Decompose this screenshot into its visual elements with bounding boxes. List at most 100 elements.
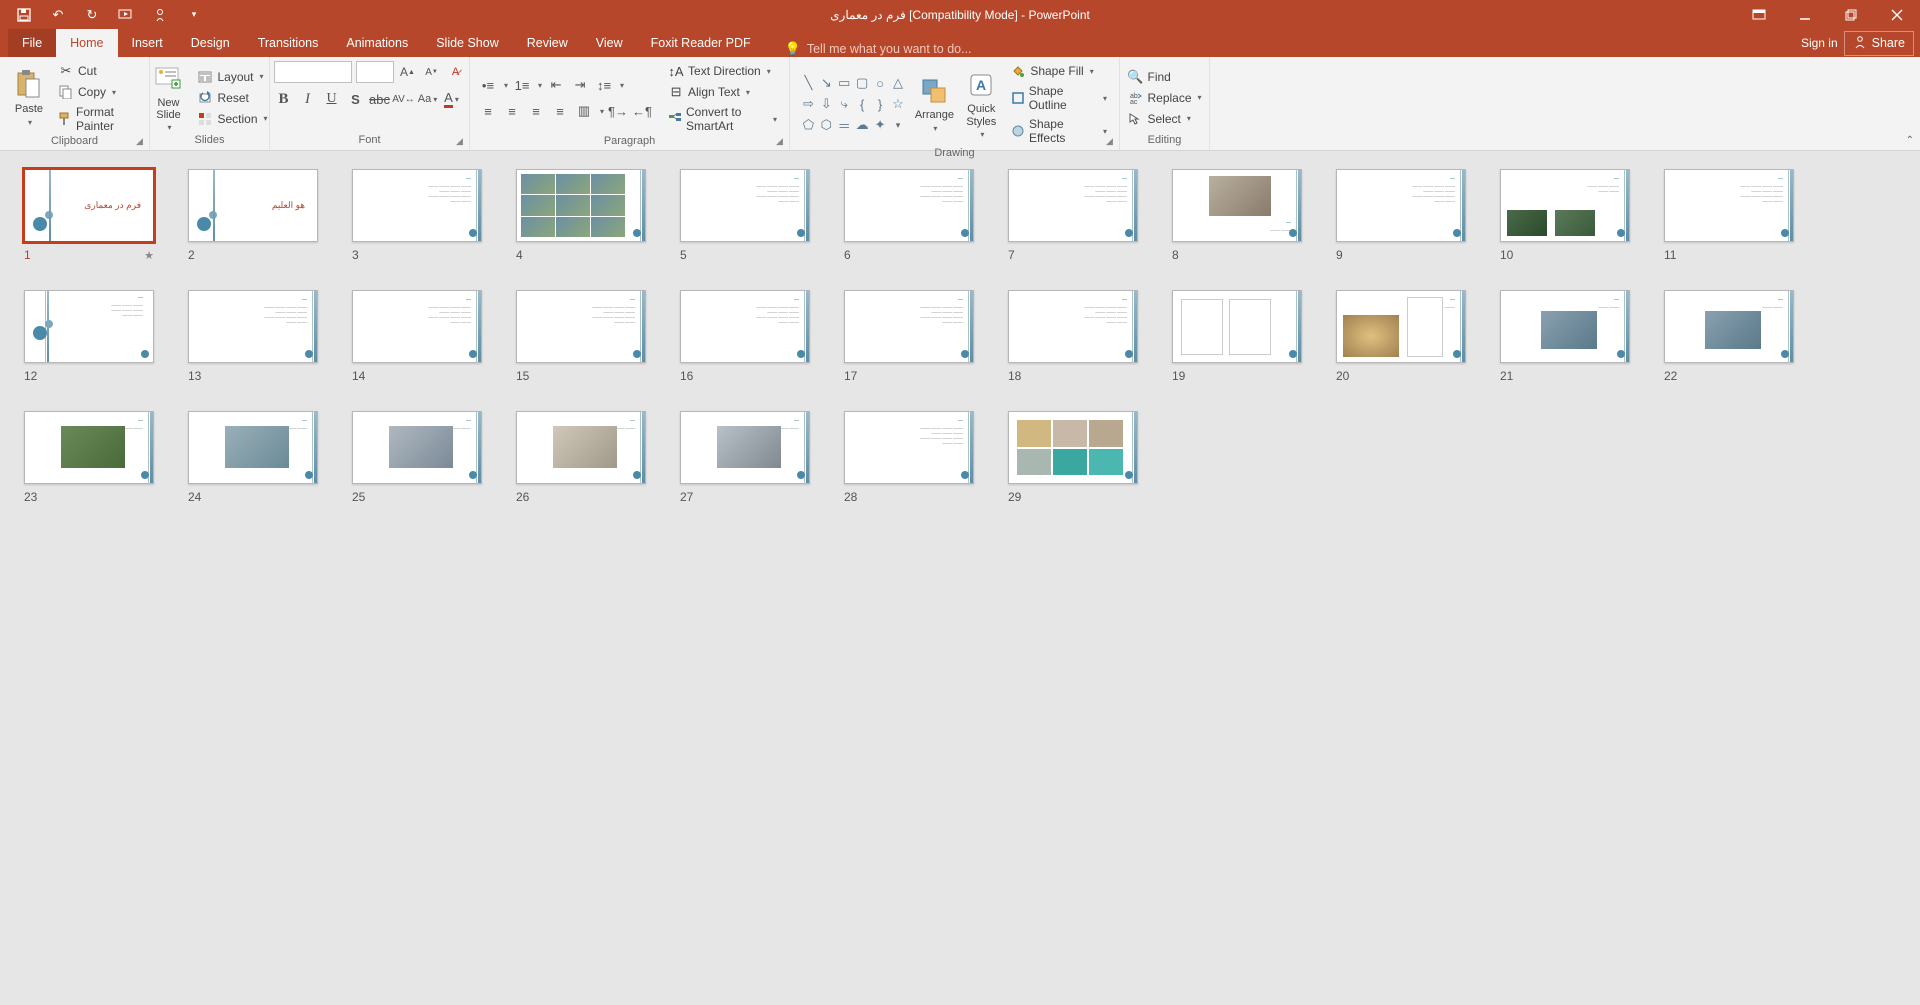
find-button[interactable]: 🔍 Find <box>1123 67 1205 87</box>
replace-button[interactable]: abac Replace ▾ <box>1123 88 1205 108</box>
tab-review[interactable]: Review <box>513 29 582 57</box>
slide-thumb-26[interactable]: —──── ────26 <box>516 411 646 504</box>
layout-button[interactable]: Layout ▾ <box>193 67 271 87</box>
tab-transitions[interactable]: Transitions <box>244 29 333 57</box>
shape-equals-icon[interactable]: ＝ <box>836 115 853 135</box>
tab-view[interactable]: View <box>582 29 637 57</box>
shadow-button[interactable]: S <box>346 89 366 109</box>
decrease-indent-icon[interactable]: ⇤ <box>546 75 566 95</box>
tab-design[interactable]: Design <box>177 29 244 57</box>
tab-animations[interactable]: Animations <box>332 29 422 57</box>
underline-button[interactable]: U <box>322 89 342 109</box>
slide-thumb-19[interactable]: 19 <box>1172 290 1302 383</box>
shape-more-icon[interactable]: ▾ <box>890 115 907 135</box>
dialog-launcher-icon[interactable]: ◢ <box>776 136 786 146</box>
tab-home[interactable]: Home <box>56 29 117 57</box>
tab-slideshow[interactable]: Slide Show <box>422 29 513 57</box>
slide-thumb-12[interactable]: —──── ──── ──────── ──── ──────── ────12 <box>24 290 154 383</box>
shape-cloud-icon[interactable]: ☁ <box>854 115 871 135</box>
section-button[interactable]: Section ▾ <box>193 109 271 129</box>
collapse-ribbon-icon[interactable]: ⌃ <box>1906 135 1914 146</box>
paste-button[interactable]: Paste ▾ <box>8 67 50 128</box>
shape-callout-icon[interactable]: ⬠ <box>800 115 817 135</box>
align-left-icon[interactable]: ≡ <box>478 101 498 121</box>
slide-thumb-10[interactable]: —──── ──── ──────── ────10 <box>1500 169 1630 262</box>
change-case-icon[interactable]: Aa▾ <box>418 89 438 109</box>
share-button[interactable]: Share <box>1844 31 1914 56</box>
shape-outline-button[interactable]: Shape Outline ▾ <box>1006 82 1111 114</box>
align-center-icon[interactable]: ≡ <box>502 101 522 121</box>
char-spacing-icon[interactable]: AV↔ <box>394 89 414 109</box>
slide-thumb-15[interactable]: —──── ──── ──── ──────── ──── ──────── ─… <box>516 290 646 383</box>
columns-icon[interactable]: ▥ <box>574 101 594 121</box>
format-painter-button[interactable]: Format Painter <box>54 103 141 135</box>
slide-thumb-17[interactable]: —──── ──── ──── ──────── ──── ──────── ─… <box>844 290 974 383</box>
shape-rect-icon[interactable]: ▭ <box>836 73 853 93</box>
slide-thumb-7[interactable]: —──── ──── ──── ──────── ──── ──────── ─… <box>1008 169 1138 262</box>
slide-thumb-5[interactable]: —──── ──── ──── ──────── ──── ──────── ─… <box>680 169 810 262</box>
close-button[interactable] <box>1874 0 1920 29</box>
align-right-icon[interactable]: ≡ <box>526 101 546 121</box>
slide-thumb-4[interactable]: 4 <box>516 169 646 262</box>
tell-me-search[interactable]: 💡 Tell me what you want to do... <box>785 41 972 57</box>
shape-line-icon[interactable]: ╲ <box>800 73 817 93</box>
slide-thumb-11[interactable]: —──── ──── ──── ──────── ──── ──────── ─… <box>1664 169 1794 262</box>
sign-in-link[interactable]: Sign in <box>1801 36 1838 50</box>
customize-qat-icon[interactable]: ▾ <box>186 7 202 23</box>
shape-fill-button[interactable]: Shape Fill ▾ <box>1006 61 1111 81</box>
slide-thumb-1[interactable]: فرم در معماری1★ <box>24 169 154 262</box>
maximize-button[interactable] <box>1828 0 1874 29</box>
strikethrough-button[interactable]: abc <box>370 89 390 109</box>
shape-oval-icon[interactable]: ○ <box>872 73 889 93</box>
slide-thumb-14[interactable]: —──── ──── ──── ──────── ──── ──────── ─… <box>352 290 482 383</box>
redo-icon[interactable]: ↻ <box>84 7 100 23</box>
undo-icon[interactable]: ↶ <box>50 7 66 23</box>
shape-star4-icon[interactable]: ✦ <box>872 115 889 135</box>
slide-thumb-29[interactable]: 29 <box>1008 411 1138 504</box>
dialog-launcher-icon[interactable]: ◢ <box>136 136 146 146</box>
slide-thumb-24[interactable]: —──── ────24 <box>188 411 318 504</box>
slide-thumb-23[interactable]: —──── ────23 <box>24 411 154 504</box>
tab-file[interactable]: File <box>8 29 56 57</box>
reset-button[interactable]: Reset <box>193 88 271 108</box>
touch-mode-icon[interactable] <box>152 7 168 23</box>
shape-hexagon-icon[interactable]: ⬡ <box>818 115 835 135</box>
font-color-icon[interactable]: A▾ <box>442 89 462 109</box>
dialog-launcher-icon[interactable]: ◢ <box>1106 136 1116 146</box>
slide-thumb-2[interactable]: هو العلیم2 <box>188 169 318 262</box>
shape-brace2-icon[interactable]: } <box>872 94 889 114</box>
slide-thumb-6[interactable]: —──── ──── ──── ──────── ──── ──────── ─… <box>844 169 974 262</box>
ltr-icon[interactable]: ¶→ <box>608 101 628 121</box>
italic-button[interactable]: I <box>298 89 318 109</box>
slide-thumb-13[interactable]: —──── ──── ──── ──────── ──── ──────── ─… <box>188 290 318 383</box>
shape-connector-icon[interactable]: ⤷ <box>836 94 853 114</box>
shape-arrow-down-icon[interactable]: ⇩ <box>818 94 835 114</box>
shape-star-icon[interactable]: ☆ <box>890 94 907 114</box>
copy-button[interactable]: Copy ▾ <box>54 82 141 102</box>
shape-line-arrow-icon[interactable]: ↘ <box>818 73 835 93</box>
quick-styles-button[interactable]: A Quick Styles ▾ <box>960 67 1002 140</box>
cut-button[interactable]: ✂ Cut <box>54 61 141 81</box>
bullets-icon[interactable]: •≡ <box>478 75 498 95</box>
increase-font-icon[interactable]: A▲ <box>398 62 418 82</box>
start-from-beginning-icon[interactable] <box>118 7 134 23</box>
text-direction-button[interactable]: ↕A Text Direction ▾ <box>664 61 781 81</box>
shape-triangle-icon[interactable]: △ <box>890 73 907 93</box>
increase-indent-icon[interactable]: ⇥ <box>570 75 590 95</box>
shape-arrow-right-icon[interactable]: ⇨ <box>800 94 817 114</box>
shape-rrect-icon[interactable]: ▢ <box>854 73 871 93</box>
tab-foxit[interactable]: Foxit Reader PDF <box>637 29 765 57</box>
slide-thumb-22[interactable]: —──── ────22 <box>1664 290 1794 383</box>
slide-thumb-9[interactable]: —──── ──── ──── ──────── ──── ──────── ─… <box>1336 169 1466 262</box>
decrease-font-icon[interactable]: A▼ <box>422 62 442 82</box>
font-size-combo[interactable] <box>356 61 394 83</box>
line-spacing-icon[interactable]: ↕≡ <box>594 75 614 95</box>
slide-thumb-20[interactable]: —──── ────20 <box>1336 290 1466 383</box>
slide-thumb-8[interactable]: —──── ────8 <box>1172 169 1302 262</box>
smartart-button[interactable]: Convert to SmartArt ▾ <box>664 103 781 135</box>
dialog-launcher-icon[interactable]: ◢ <box>456 136 466 146</box>
shape-effects-button[interactable]: Shape Effects ▾ <box>1006 115 1111 147</box>
ribbon-display-options-icon[interactable] <box>1736 0 1782 29</box>
slide-thumb-27[interactable]: —──── ────27 <box>680 411 810 504</box>
align-text-button[interactable]: ⊟ Align Text ▾ <box>664 82 781 102</box>
